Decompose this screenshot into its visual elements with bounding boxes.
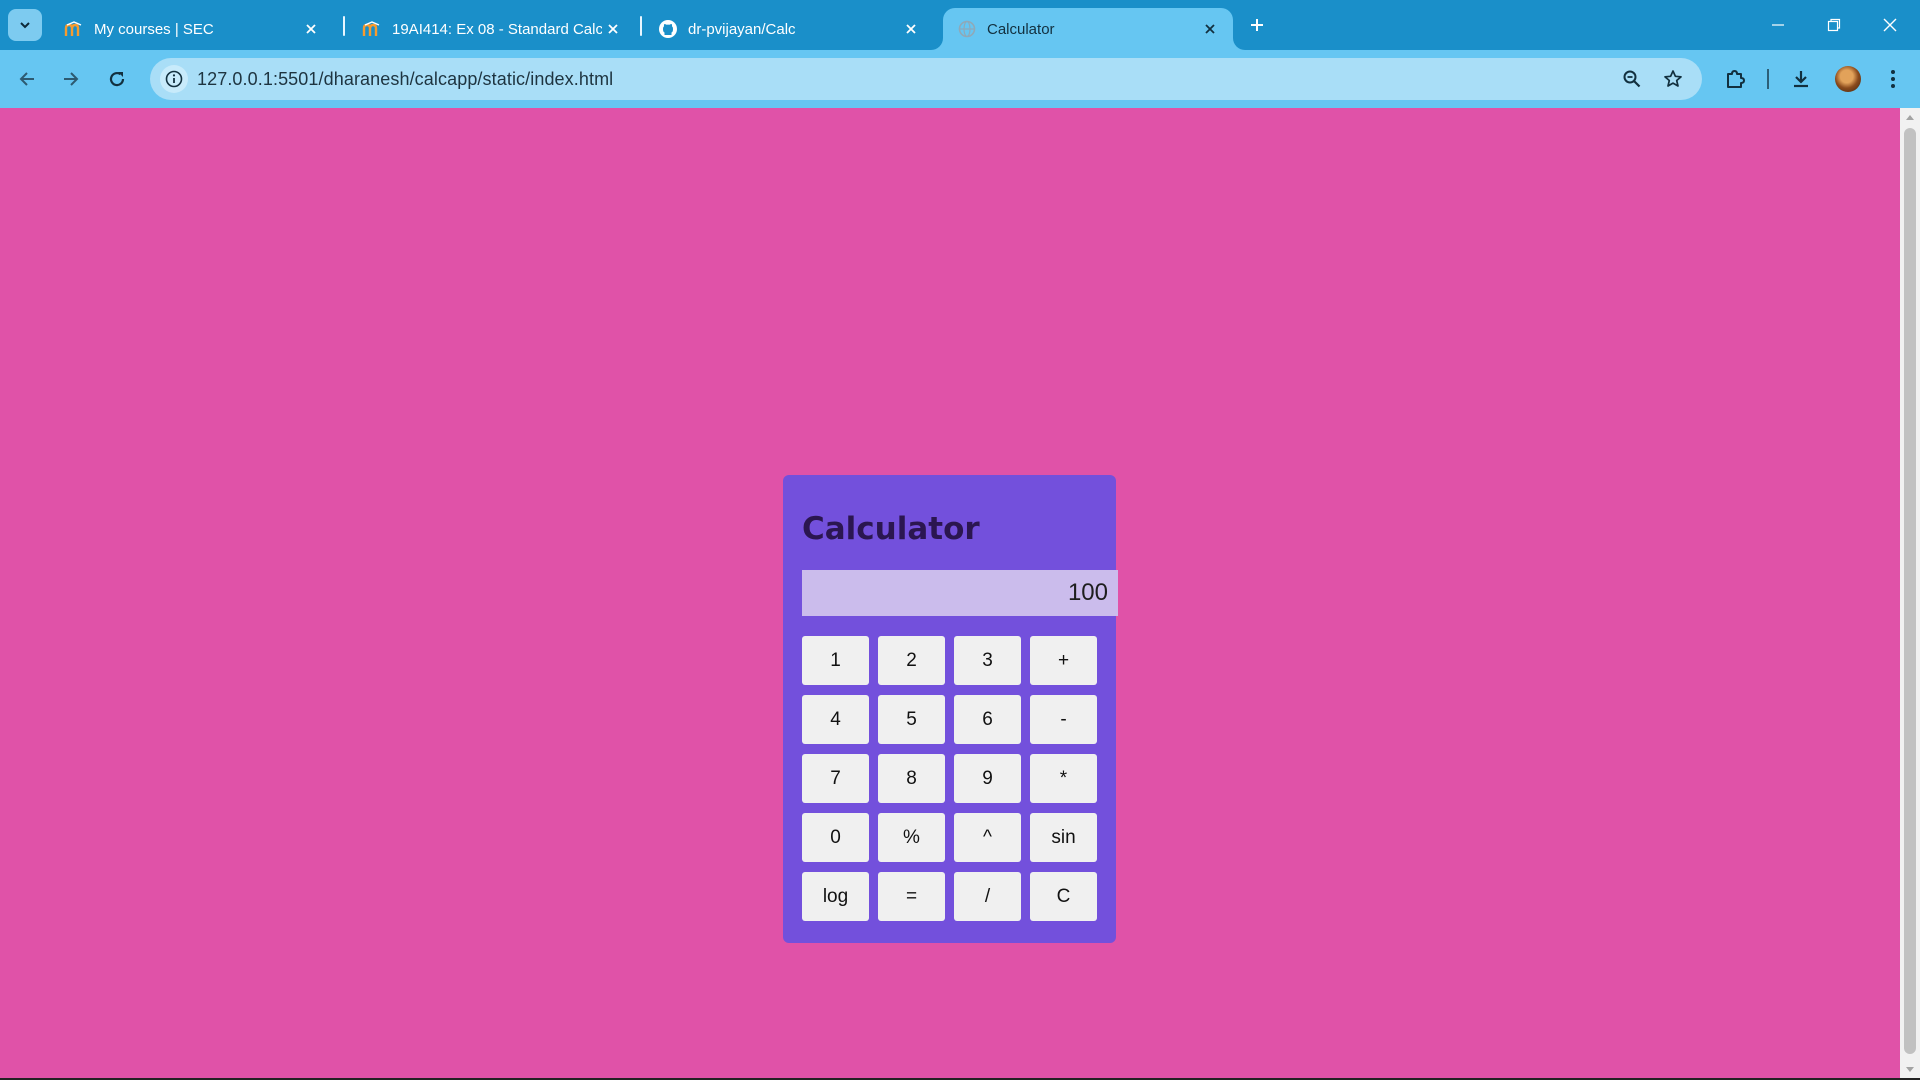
key-6[interactable]: 6 (954, 695, 1021, 744)
tab-separator (343, 16, 345, 36)
key-8[interactable]: 8 (878, 754, 945, 803)
close-icon[interactable] (900, 18, 922, 40)
close-icon (1883, 18, 1897, 32)
key-power[interactable]: ^ (954, 813, 1021, 862)
page-viewport: Calculator 1 2 3 + 4 5 6 - 7 8 9 * 0 % ^… (0, 108, 1900, 1078)
zoom-out-icon (1623, 70, 1641, 88)
scroll-up-arrow[interactable] (1900, 108, 1920, 125)
moodle-icon (64, 19, 84, 39)
key-clear[interactable]: C (1030, 872, 1097, 921)
globe-icon (957, 19, 977, 39)
key-0[interactable]: 0 (802, 813, 869, 862)
tab-my-courses[interactable]: My courses | SEC (50, 8, 334, 50)
chevron-down-icon (20, 22, 30, 29)
github-icon (658, 19, 678, 39)
reload-icon (109, 71, 125, 87)
reload-button[interactable] (99, 61, 135, 97)
forward-button[interactable] (53, 61, 89, 97)
moodle-icon (362, 19, 382, 39)
triangle-down-icon (1906, 1066, 1914, 1072)
tab-ex08-standard-calculator[interactable]: 19AI414: Ex 08 - Standard Calcu (348, 8, 636, 50)
url-text: 127.0.0.1:5501/dharanesh/calcapp/static/… (197, 69, 614, 89)
key-divide[interactable]: / (954, 872, 1021, 921)
minimize-icon (1772, 24, 1784, 26)
tab-calculator[interactable]: Calculator (943, 8, 1233, 50)
triangle-up-icon (1906, 114, 1914, 120)
bookmark-button[interactable] (1659, 65, 1687, 93)
key-equals[interactable]: = (878, 872, 945, 921)
puzzle-icon (1727, 70, 1745, 88)
key-3[interactable]: 3 (954, 636, 1021, 685)
profile-avatar[interactable] (1835, 66, 1861, 92)
tab-github-calc[interactable]: dr-pvijayan/Calc (644, 8, 934, 50)
star-icon (1664, 70, 1682, 87)
key-multiply[interactable]: * (1030, 754, 1097, 803)
close-icon[interactable] (1199, 18, 1221, 40)
key-1[interactable]: 1 (802, 636, 869, 685)
close-icon[interactable] (602, 18, 624, 40)
menu-button[interactable] (1875, 61, 1911, 97)
download-icon (1794, 71, 1808, 88)
arrow-right-icon (64, 72, 79, 86)
key-9[interactable]: 9 (954, 754, 1021, 803)
address-bar[interactable]: 127.0.0.1:5501/dharanesh/calcapp/static/… (150, 58, 1702, 100)
tab-title: 19AI414: Ex 08 - Standard Calcu (392, 20, 602, 38)
close-icon[interactable] (300, 18, 322, 40)
calculator-title: Calculator (802, 511, 980, 547)
new-tab-button[interactable] (1243, 11, 1271, 39)
browser-toolbar: 127.0.0.1:5501/dharanesh/calcapp/static/… (0, 50, 1920, 108)
minimize-button[interactable] (1750, 0, 1806, 50)
key-percent[interactable]: % (878, 813, 945, 862)
kebab-menu-icon (1891, 70, 1895, 88)
back-button[interactable] (9, 61, 45, 97)
scroll-down-arrow[interactable] (1900, 1061, 1920, 1078)
restore-icon (1827, 18, 1841, 32)
key-add[interactable]: + (1030, 636, 1097, 685)
calculator-panel: Calculator 1 2 3 + 4 5 6 - 7 8 9 * 0 % ^… (783, 475, 1118, 943)
tab-strip: My courses | SEC 19AI414: Ex 08 - Standa… (0, 0, 1920, 50)
key-4[interactable]: 4 (802, 695, 869, 744)
close-window-button[interactable] (1862, 0, 1918, 50)
arrow-left-icon (19, 72, 34, 86)
key-sin[interactable]: sin (1030, 813, 1097, 862)
zoom-button[interactable] (1618, 65, 1646, 93)
tab-title: Calculator (987, 20, 1055, 38)
calculator-display[interactable] (802, 570, 1118, 616)
info-icon (165, 70, 183, 88)
tab-search-button[interactable] (8, 9, 42, 41)
keypad: 1 2 3 + 4 5 6 - 7 8 9 * 0 % ^ sin log = … (802, 636, 1097, 921)
tab-separator (640, 16, 642, 36)
plus-icon (1251, 19, 1263, 31)
key-2[interactable]: 2 (878, 636, 945, 685)
extensions-button[interactable] (1717, 61, 1753, 97)
restore-button[interactable] (1806, 0, 1862, 50)
site-info-button[interactable] (160, 65, 188, 93)
key-5[interactable]: 5 (878, 695, 945, 744)
tab-title: dr-pvijayan/Calc (688, 20, 796, 38)
vertical-scrollbar[interactable] (1900, 108, 1920, 1078)
downloads-button[interactable] (1783, 61, 1819, 97)
key-log[interactable]: log (802, 872, 869, 921)
tab-title: My courses | SEC (94, 20, 214, 38)
toolbar-separator (1767, 69, 1769, 89)
key-7[interactable]: 7 (802, 754, 869, 803)
scroll-thumb[interactable] (1904, 128, 1916, 1054)
key-subtract[interactable]: - (1030, 695, 1097, 744)
